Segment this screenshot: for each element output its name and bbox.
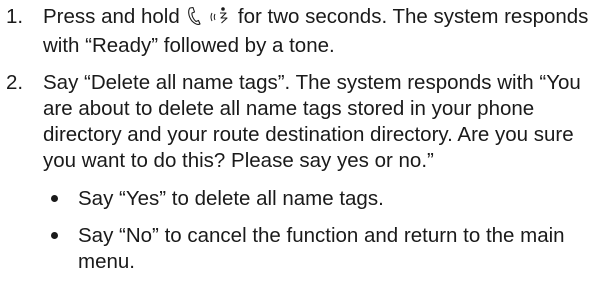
option-no: Say “No” to cancel the function and retu…	[48, 223, 591, 275]
step-text: Say “Delete all name tags”. The system r…	[43, 71, 581, 172]
instruction-page: 1. Press and hold for two seconds. The s…	[0, 0, 599, 308]
step-2: 2. Say “Delete all name tags”. The syste…	[0, 70, 591, 275]
step-text-before-icons: Press and hold	[43, 5, 180, 28]
step-number: 1.	[6, 5, 24, 28]
bullet-text: Say “Yes” to delete all name tags.	[78, 187, 384, 210]
step-number: 2.	[6, 71, 24, 94]
option-yes: Say “Yes” to delete all name tags.	[48, 186, 591, 212]
voice-recognition-icon	[210, 7, 228, 24]
bullet-dot	[51, 195, 58, 202]
step-2-options: Say “Yes” to delete all name tags. Say “…	[43, 186, 591, 275]
step-1: 1. Press and hold for two seconds. The s…	[0, 4, 591, 59]
bullet-dot	[51, 232, 58, 239]
phone-handset-icon	[188, 6, 202, 25]
bullet-text: Say “No” to cancel the function and retu…	[78, 224, 565, 273]
phone-voice-button-icons	[186, 6, 230, 33]
instruction-steps: 1. Press and hold for two seconds. The s…	[0, 4, 591, 275]
step-text: Press and hold for two seconds. The syst…	[43, 4, 591, 59]
